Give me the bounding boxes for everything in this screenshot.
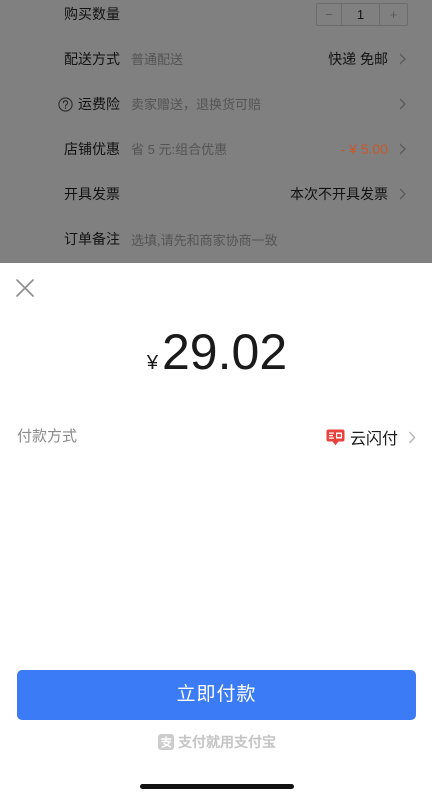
amount-currency: ¥ xyxy=(146,352,158,374)
shipping-insurance-label: 运费险 xyxy=(78,96,120,112)
slogan-text: 支付就用支付宝 xyxy=(178,734,276,750)
quantity-stepper: − 1 + xyxy=(316,3,408,26)
payment-amount: ¥ 29.02 xyxy=(0,325,434,379)
store-discount-value: - ¥ 5.00 xyxy=(340,141,388,157)
invoice-row[interactable]: 开具发票 本次不开具发票 xyxy=(0,172,432,217)
unionpay-quickpass-icon xyxy=(326,429,345,445)
store-discount-hint: 省 5 元:组合优惠 xyxy=(131,142,228,157)
alipay-slogan: 支付就用支付宝 xyxy=(0,733,434,751)
order-form: 购买数量 − 1 + 配送方式 普通配送 快递 免邮 运费险 卖家赠送，退换货可… xyxy=(0,0,432,262)
chevron-right-icon xyxy=(399,53,406,65)
payment-method-value: 云闪付 xyxy=(349,431,398,448)
store-discount-row[interactable]: 店铺优惠 省 5 元:组合优惠 - ¥ 5.00 xyxy=(0,127,432,172)
quantity-row: 购买数量 − 1 + xyxy=(0,0,432,37)
payment-method-row[interactable]: 付款方式 云闪付 xyxy=(0,423,434,451)
close-icon[interactable] xyxy=(16,279,34,297)
quantity-label: 购买数量 xyxy=(64,6,120,22)
delivery-label: 配送方式 xyxy=(64,51,120,67)
chevron-right-icon xyxy=(399,188,406,200)
pay-now-button[interactable]: 立即付款 xyxy=(17,670,416,720)
amount-value: 29.02 xyxy=(162,324,288,380)
payment-method-label: 付款方式 xyxy=(17,428,78,445)
shipping-insurance-row[interactable]: 运费险 卖家赠送，退换货可赔 xyxy=(0,82,432,127)
invoice-label: 开具发票 xyxy=(64,186,120,202)
payment-method-selector[interactable]: 云闪付 xyxy=(326,423,416,451)
chevron-right-icon xyxy=(408,431,416,443)
quantity-decrease-button[interactable]: − xyxy=(317,4,341,25)
payment-sheet: ¥ 29.02 付款方式 云闪付 立即付款 支付就用支付宝 xyxy=(0,263,434,803)
delivery-hint: 普通配送 xyxy=(131,52,184,67)
shipping-insurance-hint: 卖家赠送，退换货可赔 xyxy=(131,97,262,112)
alipay-icon xyxy=(158,734,174,750)
delivery-value: 快递 免邮 xyxy=(328,51,388,67)
question-circle-icon[interactable] xyxy=(58,97,73,112)
remark-input[interactable] xyxy=(131,230,401,250)
home-indicator[interactable] xyxy=(140,784,294,789)
quantity-increase-button[interactable]: + xyxy=(380,4,407,25)
chevron-right-icon xyxy=(399,143,406,155)
invoice-value: 本次不开具发票 xyxy=(290,186,388,202)
store-discount-label: 店铺优惠 xyxy=(64,141,120,157)
remark-label: 订单备注 xyxy=(64,231,120,247)
delivery-row[interactable]: 配送方式 普通配送 快递 免邮 xyxy=(0,37,432,82)
remark-row: 订单备注 xyxy=(0,217,432,262)
modal-mask[interactable]: 购买数量 − 1 + 配送方式 普通配送 快递 免邮 运费险 卖家赠送，退换货可… xyxy=(0,0,432,263)
quantity-value[interactable]: 1 xyxy=(341,4,380,25)
chevron-right-icon xyxy=(399,98,406,110)
